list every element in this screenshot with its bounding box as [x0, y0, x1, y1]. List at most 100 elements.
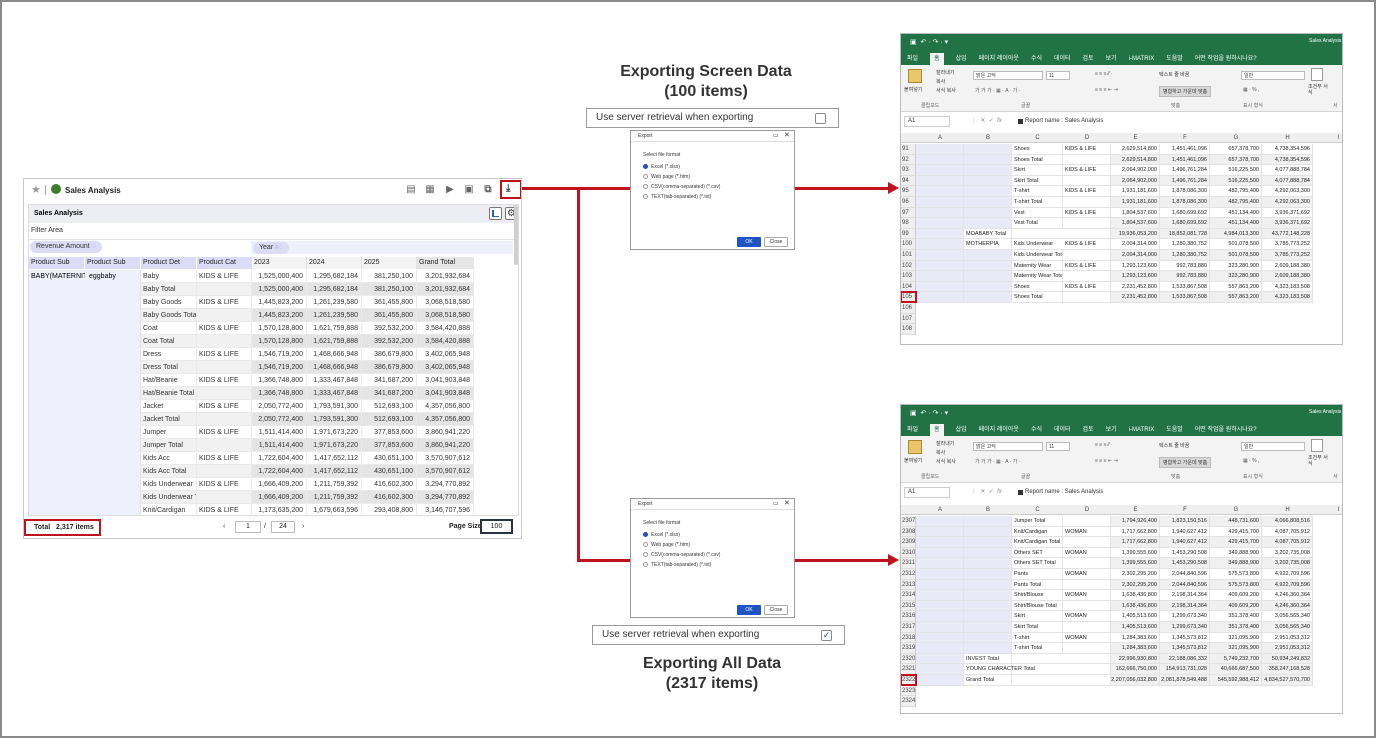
row-number[interactable]: 103	[901, 271, 916, 282]
cell-a[interactable]	[916, 144, 964, 155]
sheet-row[interactable]: 2313 Pants Total 2,302,295,200 2,044,840,59…	[901, 579, 1342, 591]
value-cell[interactable]: 2,231,452,800	[1111, 292, 1160, 303]
value-cell[interactable]: 545,592,988,412	[1210, 675, 1262, 686]
value-cell[interactable]: 516,225,500	[1210, 165, 1262, 176]
close-icon[interactable]: ✕	[784, 131, 790, 139]
value-cell[interactable]: 2,207,056,032,800	[1111, 675, 1160, 686]
cell-b[interactable]	[964, 271, 1012, 282]
table-row[interactable]: Baby Goods KIDS & LIFE 1,445,823,200 1,261,…	[29, 296, 474, 309]
cell-a[interactable]	[916, 569, 964, 580]
value-cell[interactable]: 2,004,314,000	[1111, 239, 1160, 250]
font-format-buttons[interactable]: 가 가 가 · ▦ · A · 가 ·	[975, 458, 1020, 465]
value-cell[interactable]: 22,188,086,332	[1160, 653, 1210, 665]
row-header[interactable]: Product Cat	[197, 257, 252, 269]
cell-a[interactable]	[916, 664, 964, 675]
align-buttons[interactable]: ≡ ≡ ≡ ⇤ ⇥	[1095, 87, 1118, 93]
row-number[interactable]: 94	[901, 175, 916, 187]
file-format-option[interactable]: Excel (*.xlsx)	[643, 531, 680, 539]
value-cell[interactable]: 4,246,360,364	[1262, 600, 1313, 612]
favorite-star-icon[interactable]: ★	[31, 183, 41, 196]
row-number[interactable]: 2307	[901, 516, 916, 527]
ribbon-tab[interactable]: 삽입	[956, 424, 967, 436]
column-header[interactable]: A	[916, 133, 964, 143]
value-cell[interactable]: 50,934,249,832	[1262, 653, 1313, 665]
value-cell[interactable]: 43,772,148,228	[1262, 228, 1313, 240]
sheet-row[interactable]: 107	[901, 313, 1342, 325]
cell-b[interactable]	[964, 260, 1012, 272]
ribbon-tab[interactable]: 페이지 레이아웃	[979, 53, 1019, 65]
format-painter-button[interactable]: 서식 복사	[936, 458, 956, 465]
sheet-row[interactable]: 98 Vest Total 1,804,537,600 1,680,699,692 45…	[901, 218, 1342, 229]
value-cell[interactable]: 323,280,900	[1210, 271, 1262, 282]
cell-d[interactable]: KIDS & LIFE	[1063, 144, 1111, 155]
row-number[interactable]: 2317	[901, 622, 916, 633]
cell-a[interactable]	[916, 271, 964, 282]
ribbon-tab[interactable]: 삽입	[956, 53, 967, 65]
value-cell[interactable]: 4,922,709,596	[1262, 579, 1313, 591]
server-retrieval-option[interactable]: Use server retrieval when exporting	[586, 108, 839, 128]
value-cell[interactable]: 2,064,902,000	[1111, 165, 1160, 176]
value-cell[interactable]: 2,629,514,800	[1111, 144, 1160, 155]
font-size-select[interactable]: 11	[1046, 71, 1070, 80]
cell-b[interactable]	[964, 590, 1012, 601]
ribbon-tab[interactable]: 보기	[1106, 53, 1117, 65]
server-retrieval-option[interactable]: Use server retrieval when exporting ✓	[592, 625, 845, 645]
value-cell[interactable]: 409,609,200	[1210, 600, 1262, 612]
ribbon-tab[interactable]: 페이지 레이아웃	[979, 424, 1019, 436]
cell-b[interactable]	[964, 144, 1012, 155]
number-buttons[interactable]: ▦ · % ,	[1243, 87, 1259, 93]
cell-c[interactable]	[1012, 675, 1063, 686]
row-header[interactable]: Product Det	[141, 257, 197, 269]
align-buttons[interactable]: ≡ ≡ ≡ ⁄⁄ ·	[1095, 71, 1113, 77]
value-cell[interactable]: 1,284,383,600	[1111, 632, 1160, 644]
value-cell[interactable]: 1,451,461,096	[1160, 144, 1210, 155]
number-format-select[interactable]: 일반	[1241, 442, 1305, 451]
cell-d[interactable]	[1063, 537, 1111, 548]
cell-b[interactable]	[964, 154, 1012, 166]
sheet-row[interactable]: 92 Shoes Total 2,629,514,800 1,451,461,096 6…	[901, 154, 1342, 166]
cell-c[interactable]: Skirt Total	[1012, 175, 1063, 187]
cell-d[interactable]: WOMAN	[1063, 526, 1111, 538]
cut-button[interactable]: 잘라내기	[936, 69, 954, 76]
value-cell[interactable]: 2,198,314,364	[1160, 600, 1210, 612]
cell-c[interactable]	[1012, 664, 1063, 675]
cell-d[interactable]: WOMAN	[1063, 569, 1111, 580]
row-number[interactable]: 93	[901, 165, 916, 176]
cell-a[interactable]	[916, 154, 964, 166]
value-cell[interactable]: 4,077,888,784	[1262, 175, 1313, 187]
value-cell[interactable]: 4,834,527,570,700	[1262, 675, 1313, 686]
cell-a[interactable]	[916, 165, 964, 176]
table-row[interactable]: Coat Total 1,570,128,800 1,621,759,888 392,…	[29, 335, 474, 348]
sheet-row[interactable]: 105 Shoes Total 2,231,452,800 1,533,867,508…	[901, 292, 1342, 303]
cell-a[interactable]	[916, 292, 964, 303]
column-header[interactable]: C	[1012, 133, 1063, 143]
ribbon-tab[interactable]: 도움말	[1166, 424, 1183, 436]
cell-d[interactable]	[1063, 271, 1111, 282]
value-cell[interactable]: 4,077,888,784	[1262, 165, 1313, 176]
cell-d[interactable]: KIDS & LIFE	[1063, 260, 1111, 272]
value-cell[interactable]: 2,629,514,800	[1111, 154, 1160, 166]
value-cell[interactable]: 2,044,840,596	[1160, 569, 1210, 580]
wrap-text-button[interactable]: 텍스트 줄 바꿈	[1159, 442, 1189, 449]
value-cell[interactable]: 4,738,354,596	[1262, 144, 1313, 155]
value-cell[interactable]: 351,378,400	[1210, 622, 1262, 633]
value-cell[interactable]: 2,951,053,312	[1262, 632, 1313, 644]
save-icon[interactable]: ▣	[464, 184, 474, 195]
row-number[interactable]: 99	[901, 228, 916, 240]
cell-a[interactable]	[916, 643, 964, 654]
number-buttons[interactable]: ▦ · % ,	[1243, 458, 1259, 464]
cell-b[interactable]	[964, 292, 1012, 303]
row-header[interactable]: Product Sub	[29, 257, 85, 269]
value-cell[interactable]: 2,231,452,800	[1111, 281, 1160, 293]
cell-a[interactable]	[916, 186, 964, 197]
cell-b[interactable]	[964, 569, 1012, 580]
cell-a[interactable]	[916, 260, 964, 272]
sheet-row[interactable]: 91 Shoes KIDS & LIFE 2,629,514,800 1,451,461…	[901, 144, 1342, 155]
quick-access-toolbar[interactable]: ▣ ↶ · ↷ · ▾	[910, 409, 948, 417]
cell-c[interactable]: Skirt Total	[1012, 622, 1063, 633]
value-cell[interactable]: 3,202,735,008	[1262, 558, 1313, 569]
value-cell[interactable]: 1,638,436,800	[1111, 600, 1160, 612]
value-cell[interactable]: 349,888,900	[1210, 547, 1262, 559]
value-cell[interactable]: 2,302,295,200	[1111, 569, 1160, 580]
value-cell[interactable]: 40,666,687,500	[1210, 664, 1262, 675]
